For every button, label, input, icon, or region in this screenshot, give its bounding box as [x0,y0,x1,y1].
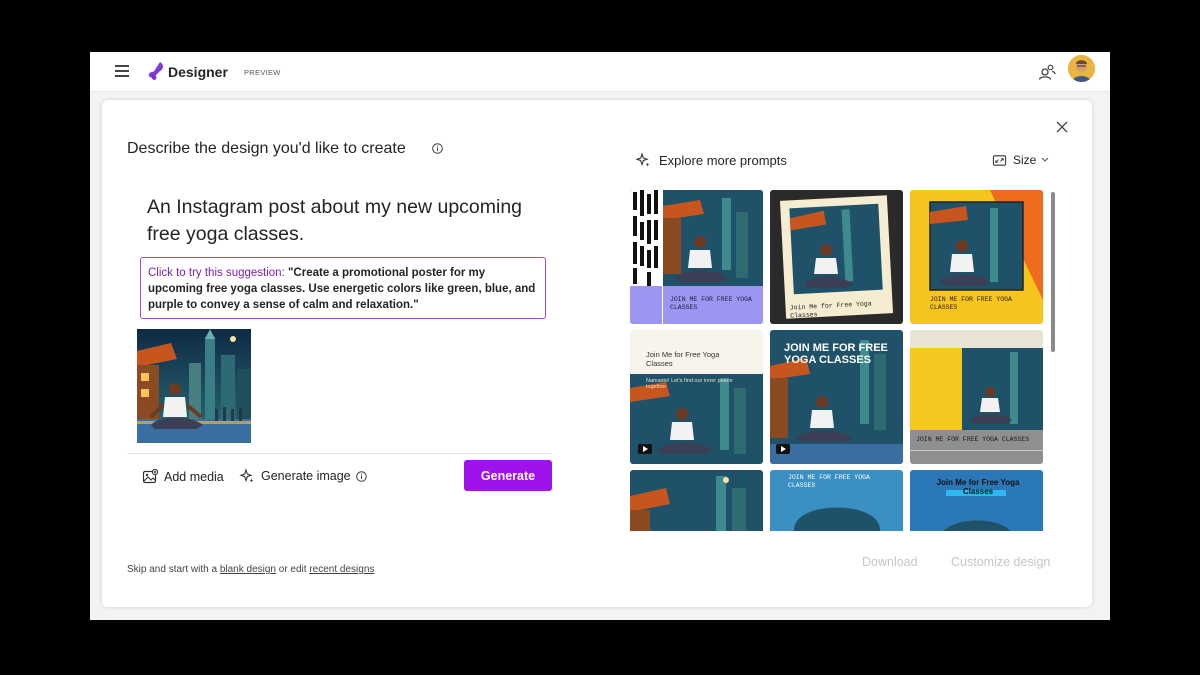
menu-icon[interactable] [115,65,131,77]
download-button[interactable]: Download [862,555,918,569]
image-add-icon [142,469,158,484]
size-label: Size [1013,153,1037,167]
preview-badge: PREVIEW [244,68,281,77]
customize-design-button[interactable]: Customize design [951,555,1050,569]
designer-logo-icon [148,62,163,80]
suggestion-box[interactable]: Click to try this suggestion: "Create a … [140,257,546,319]
prompt-textarea[interactable]: An Instagram post about my new upcoming … [147,194,547,248]
card-caption: JOIN ME FOR FREE YOGA CLASSES [916,436,1030,443]
design-card[interactable]: Join Me for Free Yoga Classes Namaste! L… [630,330,763,464]
design-card[interactable]: Join Me for Free Yoga Classes [770,190,903,324]
create-design-dialog: Describe the design you'd like to create… [102,100,1092,607]
design-grid: JOIN ME FOR FREE YOGA CLASSES Join Me fo… [630,190,1045,531]
design-card[interactable] [630,470,763,531]
chevron-down-icon [1041,157,1049,162]
design-card[interactable]: JOIN ME FOR FREE YOGA CLASSES [910,330,1043,464]
generate-image-label: Generate image [261,469,351,483]
avatar[interactable] [1068,55,1095,82]
dialog-heading: Describe the design you'd like to create [127,140,406,157]
generate-image-button[interactable]: Generate image [239,466,367,486]
top-bar: Designer PREVIEW [90,52,1110,92]
design-card[interactable]: JOIN ME FOR FREE YOGA CLASSES [770,470,903,531]
card-subcaption: Namaste! Let's find our inner peace toge… [646,378,733,390]
add-media-label: Add media [164,470,224,484]
sparkle-icon [635,152,650,167]
blank-design-link[interactable]: blank design [220,564,276,575]
suggestion-lead: Click to try this suggestion: [148,267,285,279]
design-card[interactable]: JOIN ME FOR FREE YOGA CLASSES [630,190,763,324]
grid-scrollbar[interactable] [1051,192,1055,352]
card-caption: JOIN ME FOR FREE YOGA CLASSES [784,342,888,366]
card-caption: Join Me for Free Yoga Classes [646,350,720,368]
brand-name: Designer [168,64,228,80]
size-dropdown[interactable]: Size [992,151,1049,169]
card-caption: JOIN ME FOR FREE YOGA CLASSES [670,296,752,311]
sparkle-icon [239,468,254,483]
skip-text: Skip and start with a blank design or ed… [127,564,374,575]
skip-middle: or edit [275,564,310,575]
card-caption: JOIN ME FOR FREE YOGA CLASSES [930,296,1012,311]
info-icon[interactable] [432,143,443,154]
design-card[interactable]: JOIN ME FOR FREE YOGA CLASSES [910,190,1043,324]
design-card[interactable]: Join Me for Free Yoga Classes [910,470,1043,531]
explore-prompts-button[interactable]: Explore more prompts [635,151,787,169]
people-icon[interactable] [1038,63,1056,81]
skip-prefix: Skip and start with a [127,564,220,575]
recent-designs-link[interactable]: recent designs [309,564,374,575]
add-media-button[interactable]: Add media [142,467,224,487]
design-card[interactable]: JOIN ME FOR FREE YOGA CLASSES [770,330,903,464]
divider [127,453,552,454]
info-icon[interactable] [355,470,367,482]
generate-button[interactable]: Generate [464,460,552,491]
resize-icon [992,154,1007,166]
card-caption: Join Me for Free Yoga Classes [936,478,1020,496]
card-caption: JOIN ME FOR FREE YOGA CLASSES [788,474,870,489]
explore-prompts-label: Explore more prompts [659,152,787,168]
close-icon[interactable] [1055,120,1069,134]
designer-window: Designer PREVIEW Describe the design you… [90,52,1110,620]
attached-image[interactable] [137,329,251,443]
